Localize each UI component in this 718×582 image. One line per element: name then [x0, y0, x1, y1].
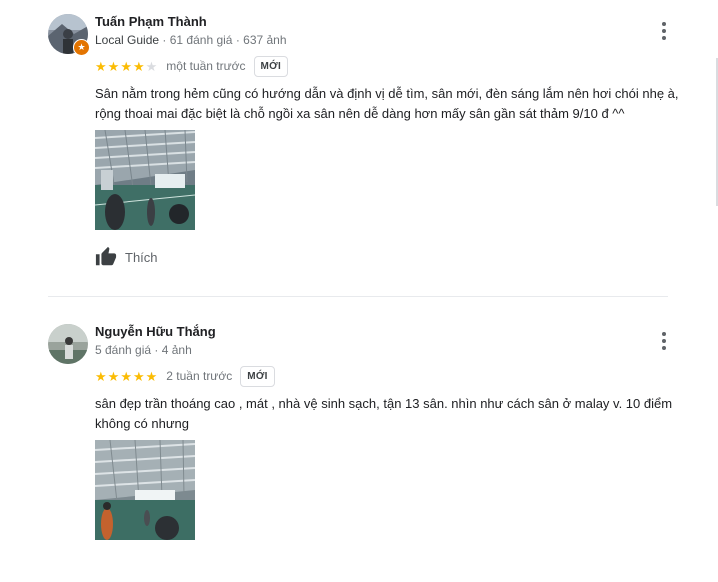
review-photo[interactable]: [95, 440, 195, 540]
local-guide-label: Local Guide: [95, 33, 160, 47]
reviewer-name[interactable]: Nguyễn Hữu Thắng: [95, 324, 216, 339]
star-filled-icon: ★: [132, 58, 145, 74]
more-vert-icon: [662, 22, 666, 26]
star-filled-icon: ★: [95, 58, 107, 74]
new-badge: MỚI: [240, 365, 275, 387]
meta-separator: ·: [162, 33, 167, 47]
star-rating: ★ ★ ★ ★ ★: [95, 370, 157, 383]
review-text: Sân nằm trong hẻm cũng có hướng dẫn và đ…: [95, 86, 679, 121]
review-photo[interactable]: [95, 130, 195, 230]
reviewer-meta: 5 đánh giá · 4 ảnh: [95, 343, 192, 357]
review-count: 61 đánh giá: [169, 33, 233, 47]
review-count: 5 đánh giá: [95, 343, 152, 357]
review-text: sân đẹp trần thoáng cao , mát , nhà vệ s…: [95, 396, 673, 431]
star-filled-icon: ★: [132, 368, 145, 384]
star-rating: ★ ★ ★ ★ ★: [95, 60, 157, 73]
avatar[interactable]: [48, 324, 88, 364]
star-empty-icon: ★: [145, 58, 158, 74]
reviews-panel: ★ Tuấn Phạm Thành Local Guide · 61 đánh …: [0, 0, 718, 582]
more-vert-icon-dot: [662, 36, 666, 40]
like-button[interactable]: Thích: [95, 246, 158, 268]
more-options-button[interactable]: [654, 20, 674, 42]
divider: [48, 296, 668, 297]
more-options-button[interactable]: [654, 330, 674, 352]
meta-separator: ·: [154, 343, 159, 357]
rating-row: ★ ★ ★ ★ ★ một tuần trước MỚI: [95, 55, 289, 77]
photo-count: 4 ảnh: [161, 343, 192, 357]
photo-count: 637 ảnh: [243, 33, 287, 47]
meta-separator: ·: [235, 33, 240, 47]
like-label: Thích: [125, 249, 158, 265]
star-filled-icon: ★: [107, 58, 120, 74]
more-vert-icon-dot: [662, 339, 666, 343]
more-vert-icon: [662, 332, 666, 336]
reviewer-name[interactable]: Tuấn Phạm Thành: [95, 14, 207, 29]
local-guide-badge-icon: ★: [73, 39, 90, 56]
more-vert-icon-dot: [662, 346, 666, 350]
review-time: một tuần trước: [166, 59, 246, 73]
star-filled-icon: ★: [95, 368, 107, 384]
thumb-up-icon: [95, 246, 117, 266]
reviewer-meta: Local Guide · 61 đánh giá · 637 ảnh: [95, 33, 287, 47]
star-filled-icon: ★: [107, 368, 120, 384]
star-filled-icon: ★: [145, 368, 158, 384]
review-time: 2 tuần trước: [166, 369, 233, 383]
more-vert-icon-dot: [662, 29, 666, 33]
new-badge: MỚI: [253, 55, 289, 77]
star-filled-icon: ★: [120, 368, 132, 384]
star-filled-icon: ★: [120, 58, 132, 74]
rating-row: ★ ★ ★ ★ ★ 2 tuần trước MỚI: [95, 365, 275, 387]
